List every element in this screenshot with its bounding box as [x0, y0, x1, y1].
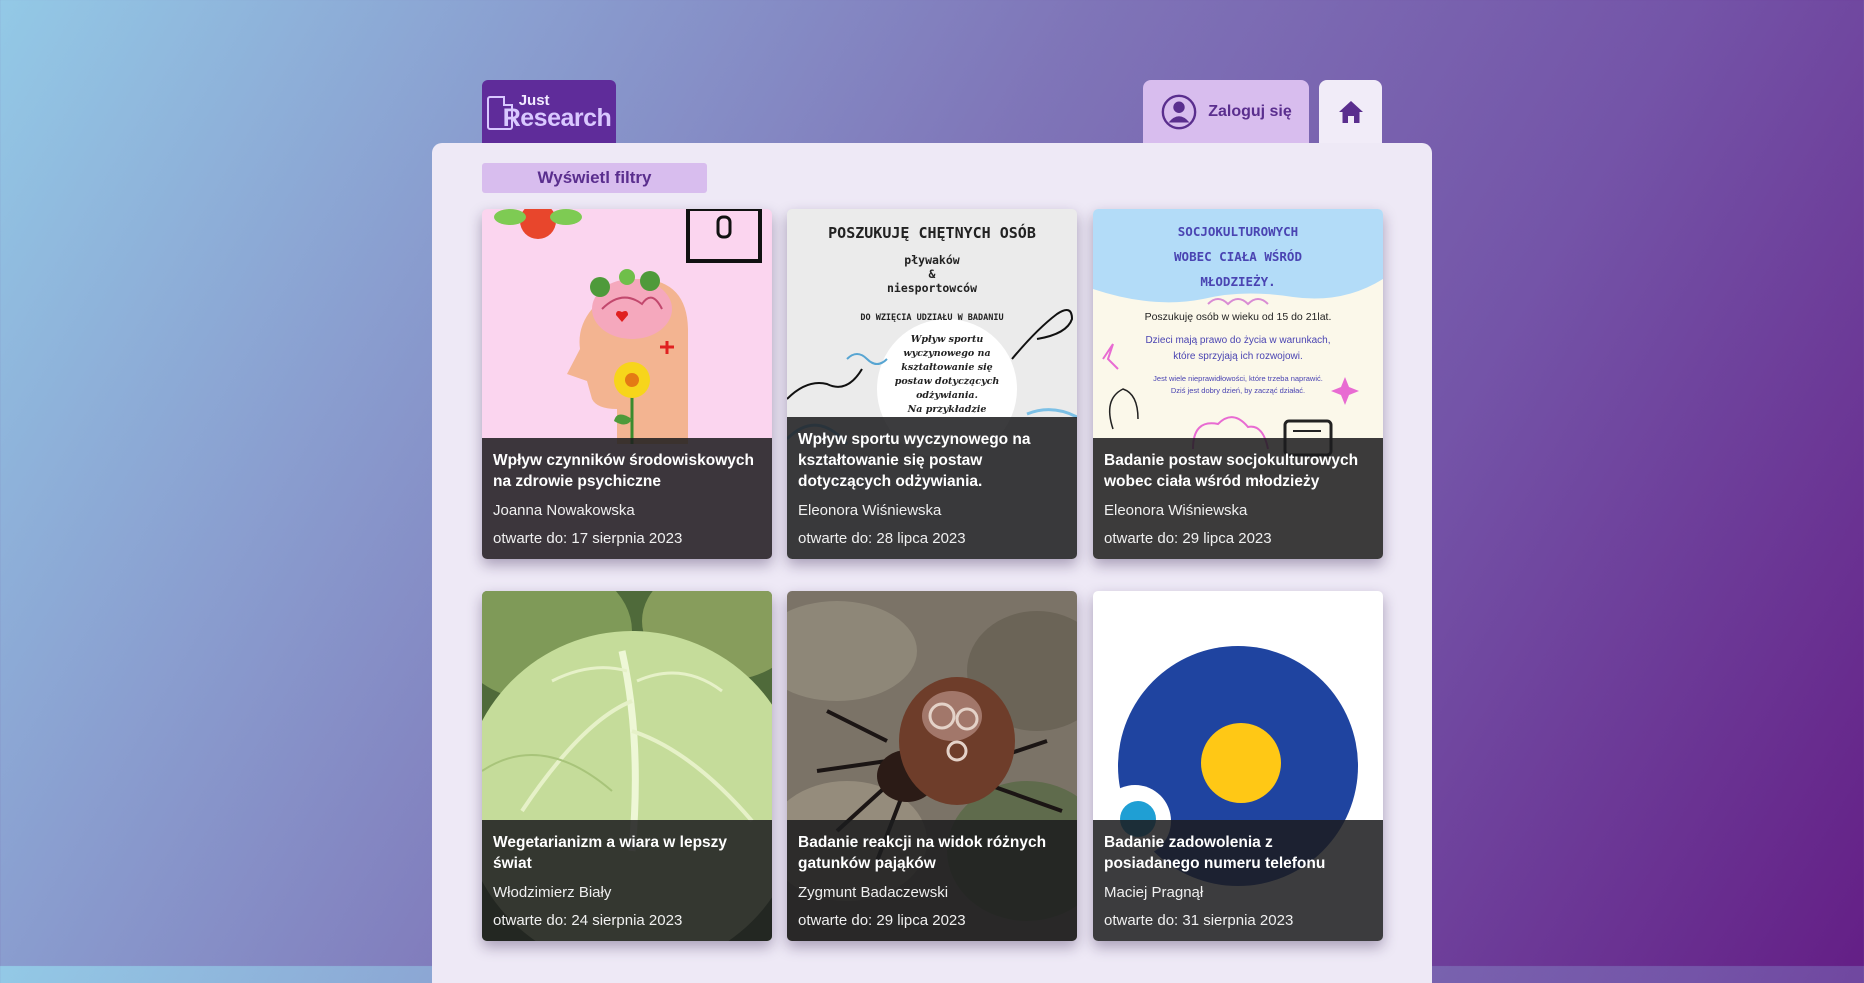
show-filters-button[interactable]: Wyświetl filtry: [482, 163, 707, 193]
logo-line-research: Research: [502, 104, 612, 132]
poster-small-text: Jest wiele nieprawidłowości, które trzeb…: [1153, 374, 1323, 395]
study-card[interactable]: Badanie zadowolenia z posiadanego numeru…: [1093, 591, 1383, 941]
card-author: Eleonora Wiśniewska: [798, 502, 942, 519]
poster-heading: SOCJOKULTUROWYCH WOBEC CIAŁA WŚRÓD MŁODZ…: [1174, 224, 1302, 289]
login-label: Zaloguj się: [1208, 102, 1292, 120]
poster-heading: POSZUKUJĘ CHĘTNYCH OSÓB: [828, 224, 1036, 242]
poster-subtext: pływaków & niesportowców: [886, 253, 977, 295]
card-title: Badanie zadowolenia z posiadanego numeru…: [1104, 834, 1326, 872]
card-info: Badanie reakcji na widok różnych gatunkó…: [787, 820, 1077, 941]
card-title: Badanie reakcji na widok różnych gatunkó…: [798, 834, 1047, 872]
card-info: Wegetarianizm a wiara w lepszy świat Wło…: [482, 820, 772, 941]
study-card[interactable]: POSZUKUJĘ CHĘTNYCH OSÓB pływaków & niesp…: [787, 209, 1077, 559]
card-info: Badanie postaw socjokulturowych wobec ci…: [1093, 438, 1383, 559]
card-author: Zygmunt Badaczewski: [798, 884, 949, 901]
user-icon: [1161, 94, 1197, 129]
study-card[interactable]: SOCJOKULTUROWYCH WOBEC CIAŁA WŚRÓD MŁODZ…: [1093, 209, 1383, 559]
poster-circle-text: Wpływ sportu wyczynowego na kształtowani…: [894, 334, 1000, 415]
main-panel: Wyświetl filtry Wpływ czynników środowis…: [432, 143, 1432, 983]
poster-age-text: Poszukuję osób w wieku od 15 do 21lat.: [1144, 311, 1332, 323]
study-card[interactable]: Wpływ czynników środowiskowych na zdrowi…: [482, 209, 772, 559]
card-deadline: otwarte do: 17 sierpnia 2023: [493, 530, 683, 547]
card-info: Wpływ czynników środowiskowych na zdrowi…: [482, 438, 772, 559]
card-deadline: otwarte do: 24 sierpnia 2023: [493, 912, 683, 929]
card-author: Joanna Nowakowska: [493, 502, 635, 519]
card-author: Eleonora Wiśniewska: [1104, 502, 1248, 519]
card-title: Wpływ czynników środowiskowych na zdrowi…: [493, 452, 754, 490]
card-deadline: otwarte do: 29 lipca 2023: [798, 912, 966, 929]
poster-invite: DO WZIĘCIA UDZIAŁU W BADANIU: [860, 313, 1004, 323]
card-title: Badanie postaw socjokulturowych wobec ci…: [1104, 452, 1359, 490]
study-card[interactable]: Wegetarianizm a wiara w lepszy świat Wło…: [482, 591, 772, 941]
card-deadline: otwarte do: 29 lipca 2023: [1104, 530, 1272, 547]
login-button[interactable]: Zaloguj się: [1143, 80, 1309, 143]
just-research-logo[interactable]: Just Research: [482, 80, 616, 143]
poster-body-text: Dzieci mają prawo do życia w warunkach, …: [1145, 335, 1331, 362]
document-icon: [486, 95, 513, 130]
card-deadline: otwarte do: 31 sierpnia 2023: [1104, 912, 1294, 929]
card-title: Wpływ sportu wyczynowego na kształtowani…: [798, 431, 1031, 490]
study-card[interactable]: Badanie reakcji na widok różnych gatunkó…: [787, 591, 1077, 941]
home-button[interactable]: [1319, 80, 1382, 143]
card-deadline: otwarte do: 28 lipca 2023: [798, 530, 966, 547]
card-title: Wegetarianizm a wiara w lepszy świat: [493, 834, 728, 872]
card-info: Wpływ sportu wyczynowego na kształtowani…: [787, 417, 1077, 559]
card-info: Badanie zadowolenia z posiadanego numeru…: [1093, 820, 1383, 941]
card-author: Maciej Pragnął: [1104, 884, 1204, 901]
card-author: Włodzimierz Biały: [493, 884, 612, 901]
home-icon: [1338, 100, 1363, 123]
